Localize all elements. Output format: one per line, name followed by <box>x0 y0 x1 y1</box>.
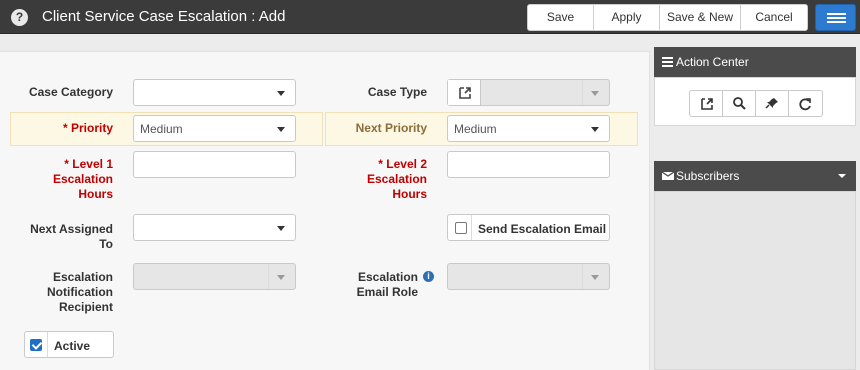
help-icon[interactable]: ? <box>11 9 28 26</box>
level2-escalation-hours-label: * Level 2 Escalation Hours <box>320 157 427 202</box>
next-priority-label: Next Priority <box>355 121 427 135</box>
escalation-notification-recipient-label: Escalation Notification Recipient <box>10 270 113 315</box>
send-escalation-email-label: Send Escalation Email <box>478 222 607 236</box>
save-and-new-button[interactable]: Save & New <box>660 5 741 30</box>
label-line: Email Role <box>356 285 418 299</box>
next-priority-select[interactable]: Medium <box>447 115 610 142</box>
chevron-down-icon <box>277 275 285 280</box>
next-assigned-to-label: Next Assigned To <box>10 222 113 252</box>
label-line: Hours <box>78 187 113 201</box>
search-icon[interactable] <box>723 91 756 116</box>
active-toggle[interactable]: Active <box>24 331 114 358</box>
open-external-icon <box>459 87 471 99</box>
send-escalation-email-toggle[interactable]: Send Escalation Email <box>447 214 610 241</box>
label-line: Recipient <box>58 300 113 314</box>
subscribers-title: Subscribers <box>676 169 740 183</box>
priority-label: * Priority <box>62 121 113 135</box>
label-line: Escalation <box>52 270 113 284</box>
level2-escalation-hours-input[interactable] <box>447 151 610 178</box>
label-line: Notification <box>47 285 113 299</box>
case-type-label: Case Type <box>367 85 427 99</box>
apply-button[interactable]: Apply <box>594 5 660 30</box>
checkbox-divider <box>471 215 472 240</box>
level1-escalation-hours-label: * Level 1 Escalation Hours <box>10 157 113 202</box>
select-divider <box>268 264 269 289</box>
case-category-select[interactable] <box>133 79 296 106</box>
refresh-icon[interactable] <box>789 91 822 116</box>
case-category-label: Case Category <box>28 85 113 99</box>
action-toolbar <box>689 90 823 117</box>
form-area: Case Category Case Type * Priority Mediu… <box>0 51 650 370</box>
menu-bar-icon <box>827 21 846 23</box>
info-icon[interactable]: i <box>423 271 434 282</box>
chevron-down-icon <box>591 127 599 132</box>
level1-escalation-hours-input[interactable] <box>133 151 296 178</box>
select-divider <box>582 80 583 105</box>
page-header: ? Client Service Case Escalation : Add S… <box>0 0 860 34</box>
label-line: * Level 1 <box>64 157 113 171</box>
hamburger-menu-button[interactable] <box>815 4 856 31</box>
priority-select[interactable]: Medium <box>133 115 296 142</box>
save-button[interactable]: Save <box>528 5 594 30</box>
action-center-title: Action Center <box>676 55 749 69</box>
chevron-down-icon[interactable] <box>838 174 846 178</box>
case-type-link-button[interactable] <box>448 80 481 105</box>
menu-bar-icon <box>827 13 846 15</box>
label-line: To <box>99 237 113 251</box>
send-escalation-email-checkbox[interactable] <box>455 222 467 234</box>
chevron-down-icon <box>591 275 599 280</box>
subscribers-body <box>654 191 856 370</box>
chevron-down-icon <box>277 127 285 132</box>
checkbox-divider <box>47 332 48 357</box>
escalation-notification-recipient-select[interactable] <box>133 263 296 290</box>
label-line: Next Assigned <box>30 222 113 236</box>
next-assigned-to-select[interactable] <box>133 214 296 241</box>
page-title: Client Service Case Escalation : Add <box>42 8 286 25</box>
subscribers-header[interactable]: Subscribers <box>654 161 856 191</box>
chevron-down-icon <box>277 91 285 96</box>
label-line: Escalation <box>366 172 427 186</box>
pin-icon[interactable] <box>756 91 789 116</box>
label-line: Escalation <box>52 172 113 186</box>
menu-bar-icon <box>827 17 846 19</box>
select-divider <box>582 264 583 289</box>
chevron-down-icon <box>277 226 285 231</box>
label-line: * Level 2 <box>378 157 427 171</box>
case-type-select[interactable] <box>447 79 610 106</box>
escalation-email-role-select[interactable] <box>447 263 610 290</box>
active-checkbox[interactable] <box>30 339 42 351</box>
active-label: Active <box>54 339 91 353</box>
label-line: Hours <box>392 187 427 201</box>
next-priority-value: Medium <box>454 122 497 136</box>
action-center-body <box>654 77 856 126</box>
chevron-down-icon <box>591 91 599 96</box>
action-center-header[interactable]: Action Center <box>654 47 856 77</box>
escalation-email-role-label: Escalation Email Role <box>320 270 418 300</box>
label-line: Escalation <box>357 270 418 284</box>
priority-value: Medium <box>140 122 183 136</box>
header-button-group: Save Apply Save & New Cancel <box>527 4 808 31</box>
open-external-icon[interactable] <box>690 91 723 116</box>
cancel-button[interactable]: Cancel <box>741 5 807 30</box>
